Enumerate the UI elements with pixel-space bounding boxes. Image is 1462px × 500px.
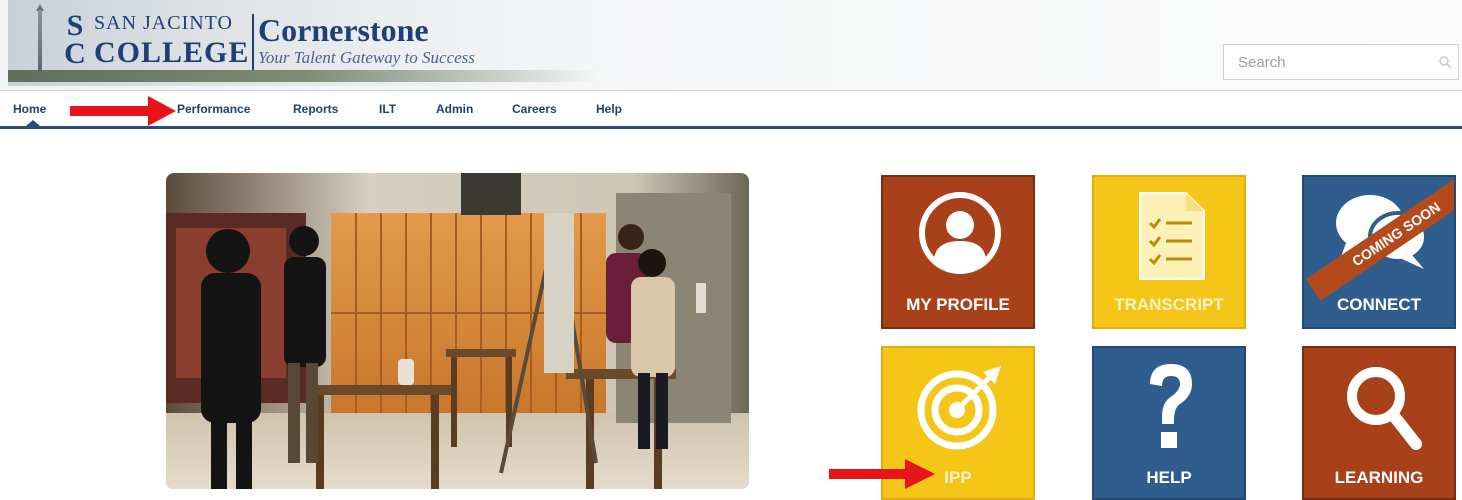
college-name-line1: SAN JACINTO [94,12,233,34]
question-mark-icon [1150,364,1192,448]
magnifier-icon [1347,367,1422,450]
user-profile-icon [919,192,1001,274]
tile-learning-label: LEARNING [1334,468,1424,487]
tile-my-profile[interactable]: MY PROFILE [881,175,1035,329]
nav-help[interactable]: Help [596,102,622,116]
nav-underline [0,126,1462,129]
search-icon[interactable] [1438,55,1452,69]
active-tab-indicator [26,120,40,126]
tile-my-profile-label: MY PROFILE [906,295,1010,314]
search-input[interactable] [1224,45,1429,79]
nav-performance[interactable]: Performance [177,102,250,116]
nav-reports[interactable]: Reports [293,102,338,116]
document-checklist-icon [1139,192,1205,280]
hero-image [166,173,749,489]
college-seal-logo: SC [64,9,86,70]
tile-help-label: HELP [1146,468,1192,487]
search-box[interactable] [1223,44,1459,80]
annotation-arrow-icon [829,459,935,489]
tile-connect[interactable]: COMING SOON CONNECT [1302,175,1456,329]
annotation-arrow-icon [70,96,176,126]
nav-admin[interactable]: Admin [436,102,473,116]
logo-divider [252,14,254,70]
nav-careers[interactable]: Careers [512,102,557,116]
tile-connect-label: CONNECT [1336,295,1422,314]
tile-transcript[interactable]: TRANSCRIPT [1092,175,1246,329]
banner-skyline [8,70,598,82]
nav-ilt[interactable]: ILT [379,102,396,116]
art-studio-photo [166,173,749,489]
product-tagline: Your Talent Gateway to Success [258,48,475,67]
college-name-line2: COLLEGE [94,36,250,69]
tile-help[interactable]: HELP [1092,346,1246,500]
tile-learning[interactable]: LEARNING [1302,346,1456,500]
tile-transcript-label: TRANSCRIPT [1114,295,1224,314]
product-name: Cornerstone [258,12,429,48]
nav-home[interactable]: Home [13,102,46,116]
monument-shaft [38,10,42,72]
header-banner: SC SAN JACINTO COLLEGE Cornerstone Your … [0,0,1462,90]
target-icon [917,366,1001,450]
